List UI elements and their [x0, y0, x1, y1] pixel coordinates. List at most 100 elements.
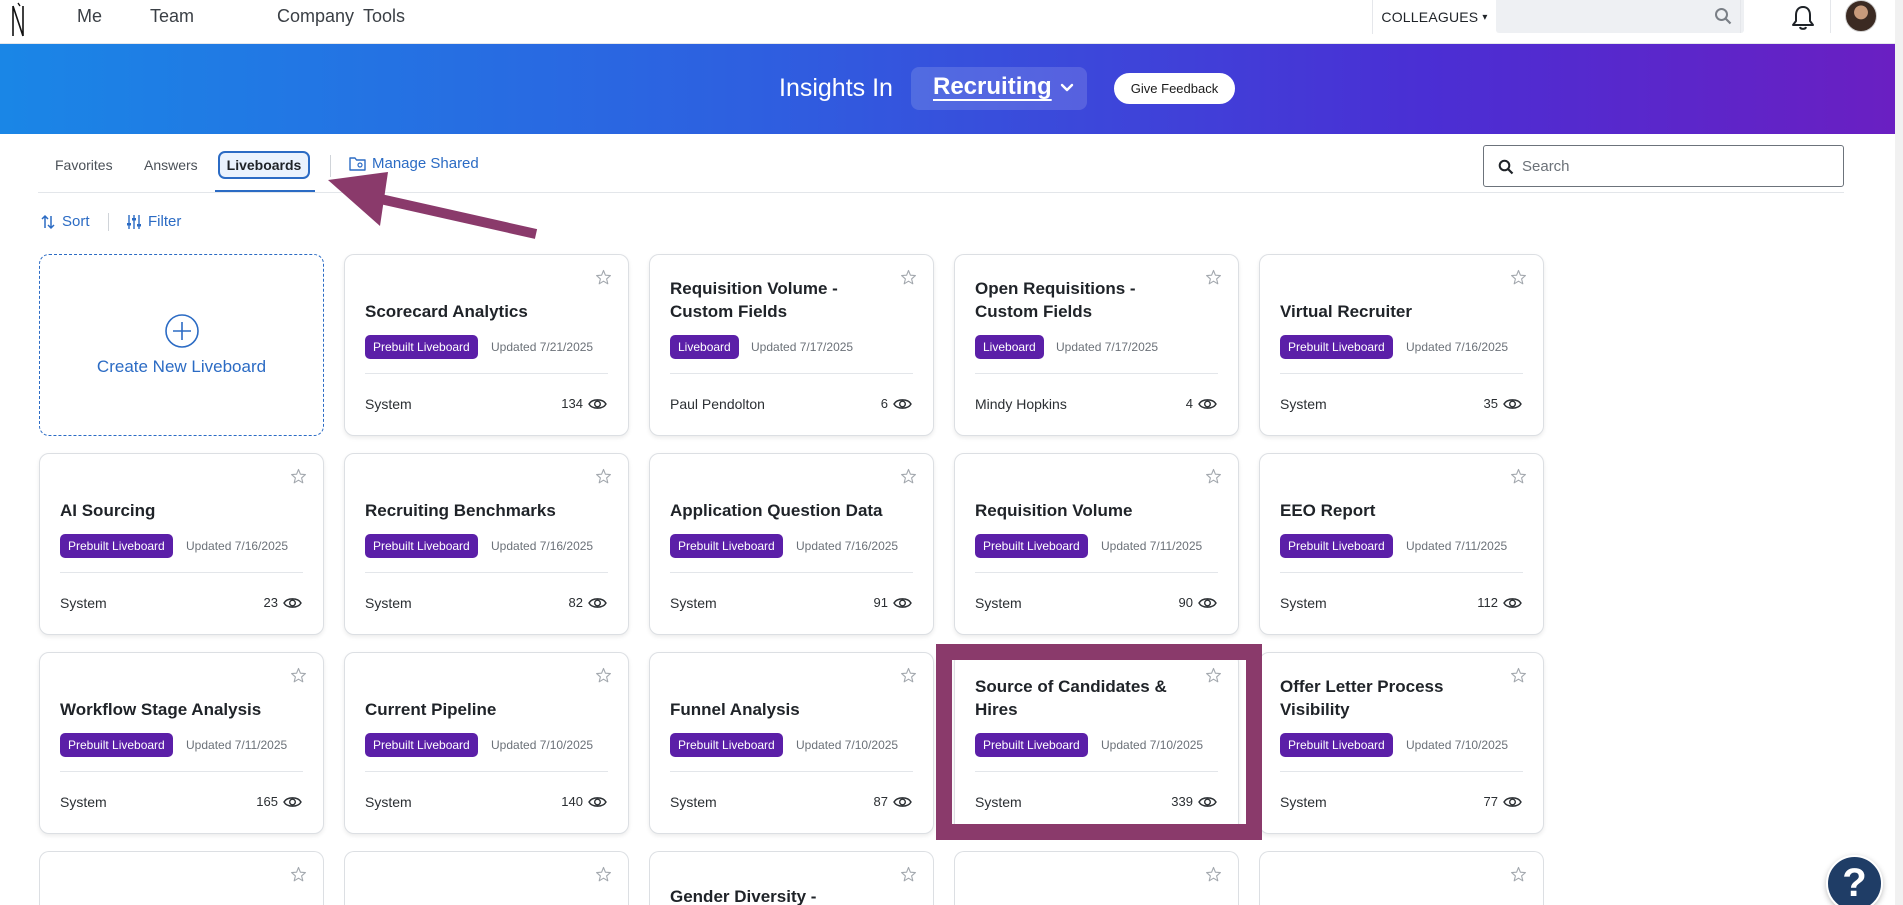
- tab-favorites[interactable]: Favorites: [55, 157, 113, 173]
- page-scrollbar[interactable]: [1895, 0, 1903, 905]
- colleagues-dropdown[interactable]: COLLEAGUES ▾: [1372, 0, 1496, 34]
- sort-button[interactable]: Sort: [40, 213, 90, 230]
- liveboard-title[interactable]: Gender Diversity -: [670, 885, 883, 905]
- liveboard-title[interactable]: EEO Report: [1280, 499, 1493, 522]
- filter-button[interactable]: Filter: [126, 213, 181, 230]
- liveboard-card[interactable]: Funnel Analysis Prebuilt Liveboard Updated…: [649, 652, 934, 834]
- view-count-value: 82: [568, 595, 583, 610]
- favorite-star-icon[interactable]: [1510, 866, 1527, 883]
- view-count: 90: [1179, 595, 1217, 610]
- favorite-star-icon[interactable]: [1510, 667, 1527, 684]
- favorite-star-icon[interactable]: [595, 667, 612, 684]
- liveboard-title[interactable]: Recruiting Benchmarks: [365, 499, 578, 522]
- liveboard-card[interactable]: Recruiting Benchmarks Prebuilt Liveboard U…: [344, 453, 629, 635]
- liveboard-title[interactable]: AI Sourcing: [60, 499, 273, 522]
- liveboard-title[interactable]: Offer Letter Process Visibility: [1280, 675, 1493, 721]
- liveboard-search[interactable]: [1483, 145, 1844, 187]
- create-new-liveboard-card[interactable]: Create New Liveboard: [39, 254, 324, 436]
- liveboard-card[interactable]: Current Pipeline Prebuilt Liveboard Update…: [344, 652, 629, 834]
- nav-team[interactable]: Team: [150, 6, 194, 27]
- notifications-bell-icon[interactable]: [1790, 4, 1816, 32]
- liveboard-title[interactable]: Current Pipeline: [365, 698, 578, 721]
- favorite-star-icon[interactable]: [1205, 269, 1222, 286]
- updated-date: Updated 7/17/2025: [1056, 340, 1159, 354]
- global-search-input[interactable]: [1496, 0, 1744, 33]
- liveboard-owner: Paul Pendolton: [670, 396, 765, 412]
- favorite-star-icon[interactable]: [595, 866, 612, 883]
- liveboard-card[interactable]: Gender Diversity -: [649, 851, 934, 905]
- liveboard-card[interactable]: [39, 851, 324, 905]
- view-count-value: 4: [1185, 396, 1193, 411]
- liveboard-card[interactable]: Requisition Volume - Custom Fields Livebo…: [649, 254, 934, 436]
- favorite-star-icon[interactable]: [290, 468, 307, 485]
- favorite-star-icon[interactable]: [290, 866, 307, 883]
- filter-label: Filter: [148, 213, 182, 230]
- domain-selector-label: Recruiting: [933, 73, 1052, 100]
- liveboard-card[interactable]: Scorecard Analytics Prebuilt Liveboard Upd…: [344, 254, 629, 436]
- app-logo[interactable]: [10, 2, 32, 38]
- favorite-star-icon[interactable]: [595, 269, 612, 286]
- updated-date: Updated 7/10/2025: [796, 738, 899, 752]
- user-avatar[interactable]: [1845, 0, 1877, 32]
- favorite-star-icon[interactable]: [1510, 269, 1527, 286]
- card-divider: [365, 771, 608, 772]
- create-new-liveboard-label: Create New Liveboard: [96, 357, 267, 376]
- liveboard-owner: System: [365, 396, 412, 412]
- liveboard-title[interactable]: Workflow Stage Analysis: [60, 698, 273, 721]
- nav-tools[interactable]: Tools: [363, 6, 405, 27]
- annotation-highlight-box: [936, 644, 1262, 840]
- view-count-value: 134: [561, 396, 583, 411]
- tab-liveboards[interactable]: Liveboards: [218, 151, 310, 179]
- search-icon: [1498, 159, 1514, 175]
- liveboard-title[interactable]: Open Requisitions - Custom Fields: [975, 277, 1188, 323]
- liveboard-title[interactable]: Requisition Volume - Custom Fields: [670, 277, 883, 323]
- favorite-star-icon[interactable]: [900, 468, 917, 485]
- favorite-star-icon[interactable]: [900, 269, 917, 286]
- liveboard-title[interactable]: Funnel Analysis: [670, 698, 883, 721]
- updated-date: Updated 7/16/2025: [491, 539, 594, 553]
- liveboard-card[interactable]: Application Question Data Prebuilt Livebo…: [649, 453, 934, 635]
- liveboard-type-badge: Prebuilt Liveboard: [975, 534, 1088, 558]
- liveboard-card[interactable]: Virtual Recruiter Prebuilt Liveboard Updat…: [1259, 254, 1544, 436]
- favorite-star-icon[interactable]: [900, 667, 917, 684]
- liveboard-card[interactable]: Requisition Volume Prebuilt Liveboard Upda…: [954, 453, 1239, 635]
- domain-selector[interactable]: Recruiting: [911, 67, 1087, 110]
- liveboard-title[interactable]: Application Question Data: [670, 499, 883, 522]
- liveboard-type-badge: Prebuilt Liveboard: [1280, 534, 1393, 558]
- liveboard-card[interactable]: Workflow Stage Analysis Prebuilt Liveboar…: [39, 652, 324, 834]
- favorite-star-icon[interactable]: [1205, 866, 1222, 883]
- liveboard-card[interactable]: AI Sourcing Prebuilt Liveboard Updated 7/1…: [39, 453, 324, 635]
- favorite-star-icon[interactable]: [1510, 468, 1527, 485]
- favorite-star-icon[interactable]: [290, 667, 307, 684]
- liveboard-title[interactable]: Virtual Recruiter: [1280, 300, 1493, 323]
- liveboard-title[interactable]: Requisition Volume: [975, 499, 1188, 522]
- liveboard-card[interactable]: [1259, 851, 1544, 905]
- search-input[interactable]: [1522, 154, 1822, 178]
- annotation-arrow: [328, 172, 538, 239]
- nav-company[interactable]: Company: [277, 6, 354, 27]
- favorite-star-icon[interactable]: [595, 468, 612, 485]
- liveboard-card[interactable]: Offer Letter Process Visibility Prebuilt …: [1259, 652, 1544, 834]
- view-count-value: 112: [1477, 595, 1498, 610]
- search-icon[interactable]: [1714, 7, 1732, 25]
- card-divider: [365, 572, 608, 573]
- liveboard-card[interactable]: [954, 851, 1239, 905]
- divider: [1830, 0, 1831, 33]
- liveboard-title[interactable]: Scorecard Analytics: [365, 300, 578, 323]
- liveboard-card[interactable]: [344, 851, 629, 905]
- sort-icon: [41, 214, 55, 229]
- liveboard-card[interactable]: EEO Report Prebuilt Liveboard Updated 7/11…: [1259, 453, 1544, 635]
- nav-me[interactable]: Me: [77, 6, 102, 27]
- view-count: 4: [1186, 396, 1217, 411]
- give-feedback-button[interactable]: Give Feedback: [1114, 73, 1235, 104]
- favorite-star-icon[interactable]: [1205, 468, 1222, 485]
- favorite-star-icon[interactable]: [900, 866, 917, 883]
- liveboard-type-badge: Prebuilt Liveboard: [670, 534, 783, 558]
- eye-icon: [893, 795, 912, 809]
- liveboard-owner: System: [1280, 595, 1327, 611]
- liveboard-owner: System: [365, 595, 412, 611]
- liveboard-card[interactable]: Open Requisitions - Custom Fields Liveboa…: [954, 254, 1239, 436]
- divider: [108, 213, 109, 231]
- help-button[interactable]: ?: [1826, 855, 1883, 905]
- tab-answers[interactable]: Answers: [144, 157, 198, 173]
